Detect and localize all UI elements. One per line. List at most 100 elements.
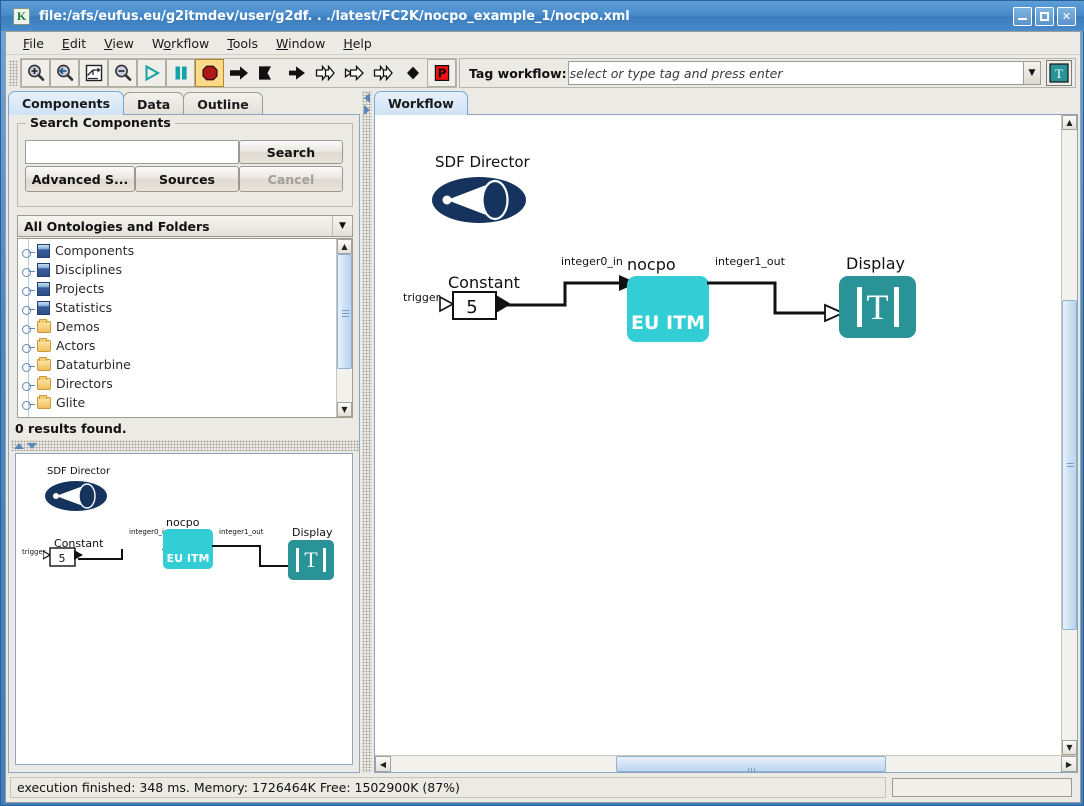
expand-handle-icon[interactable] [22,377,35,391]
tree-item-disciplines[interactable]: Disciplines [18,260,336,279]
menu-window[interactable]: Window [267,34,334,53]
skip-icon[interactable] [340,59,369,87]
scroll-thumb[interactable] [337,254,352,369]
collapse-up-icon[interactable] [14,442,24,449]
tag-workflow-input[interactable]: select or type tag and press enter [569,66,1023,81]
tree-item-components[interactable]: Components [18,241,336,260]
canvas-horizontal-scrollbar[interactable]: ◀ ▶ [375,755,1077,776]
expand-handle-icon[interactable] [22,339,35,353]
zoom-in-icon[interactable] [21,59,50,87]
main-split-pane: Components Data Outline Search Component… [6,91,1080,776]
constant-node[interactable]: 5 [439,290,511,324]
workflow-thumbnail[interactable]: SDF Director trigger Constant 5 integer0… [15,453,353,765]
close-button[interactable]: ✕ [1057,6,1076,26]
scroll-up-icon[interactable]: ▲ [337,239,352,254]
component-tree-list[interactable]: Components Disciplines Projects Statisti… [18,239,336,417]
tab-data[interactable]: Data [123,92,185,115]
bar-left [856,287,862,327]
scroll-track[interactable] [1062,130,1077,740]
menu-workflow[interactable]: Workflow [143,34,218,53]
workflow-canvas[interactable]: SDF Director trigger Constant 5 integer0… [375,115,1061,755]
scroll-down-icon[interactable]: ▼ [337,402,352,417]
tree-item-actors[interactable]: Actors [18,336,336,355]
trigger-port-label: trigger [403,291,441,304]
search-button[interactable]: Search [239,140,343,164]
tag-workflow-combo[interactable]: select or type tag and press enter ▼ [567,61,1041,85]
director-icon[interactable] [431,172,527,228]
collapse-right-icon[interactable] [364,105,370,115]
collapse-down-icon[interactable] [27,442,37,449]
expand-handle-icon[interactable] [22,244,35,258]
tree-vertical-scrollbar[interactable]: ▲ ▼ [336,239,352,417]
thumb-link-label-2: integer1_out [219,528,264,536]
zoom-fit-icon[interactable] [79,59,108,87]
pause-p-icon[interactable]: P [427,59,456,87]
scroll-thumb[interactable] [1062,300,1077,630]
folder-icon [37,356,51,371]
vertical-splitter[interactable] [362,91,372,773]
search-input[interactable] [25,140,239,164]
tab-outline[interactable]: Outline [183,92,263,115]
tag-text-button[interactable]: T [1046,60,1072,86]
expand-handle-icon[interactable] [22,396,35,410]
scroll-thumb-horizontal[interactable] [616,756,886,776]
fast-forward-icon[interactable] [311,59,340,87]
expand-handle-icon[interactable] [22,282,35,296]
bar-right [322,548,326,572]
forward-outline-icon[interactable] [369,59,398,87]
stop-icon[interactable] [195,59,224,87]
display-node[interactable]: T [839,276,916,338]
tree-item-directors[interactable]: Directors [18,374,336,393]
expand-handle-icon[interactable] [22,320,35,334]
display-label: Display [846,254,905,273]
run-to-icon[interactable] [253,59,282,87]
svg-text:5: 5 [466,297,477,318]
link-nocpo-display[interactable] [707,265,845,335]
tree-item-statistics[interactable]: Statistics [18,298,336,317]
scroll-track[interactable] [337,254,352,402]
tab-components[interactable]: Components [8,91,125,115]
expand-handle-icon[interactable] [22,263,35,277]
tree-item-projects[interactable]: Projects [18,279,336,298]
tree-item-label: Dataturbine [56,357,131,372]
scroll-right-icon[interactable]: ▶ [1061,756,1077,772]
expand-handle-icon[interactable] [22,358,35,372]
menu-help[interactable]: Help [334,34,381,53]
scroll-up-icon[interactable]: ▲ [1062,115,1077,130]
advanced-search-button[interactable]: Advanced S... [25,166,135,192]
menu-edit[interactable]: Edit [53,34,95,53]
results-status: 0 results found. [15,421,127,436]
scroll-down-icon[interactable]: ▼ [1062,740,1077,755]
scroll-track-horizontal[interactable] [391,756,1061,776]
tab-workflow[interactable]: Workflow [374,91,468,115]
collapse-left-icon[interactable] [364,93,370,103]
sources-button[interactable]: Sources [135,166,239,192]
scroll-left-icon[interactable]: ◀ [375,756,391,772]
toolbar-grip[interactable] [9,60,18,86]
ontology-selector[interactable]: All Ontologies and Folders ▼ [17,215,353,237]
expand-handle-icon[interactable] [22,301,35,315]
menu-view[interactable]: View [95,34,143,53]
maximize-button[interactable] [1035,6,1054,26]
pause-icon[interactable] [166,59,195,87]
step-icon[interactable] [224,59,253,87]
nocpo-node[interactable]: EU ITM [627,276,709,342]
diamond-icon[interactable] [398,59,427,87]
zoom-out-icon[interactable] [108,59,137,87]
run-icon[interactable] [137,59,166,87]
zoom-reset-icon[interactable] [50,59,79,87]
minimize-button[interactable] [1013,6,1032,26]
display-letter: T [304,547,318,572]
tree-item-glite[interactable]: Glite [18,393,336,412]
chevron-down-icon[interactable]: ▼ [1023,62,1040,84]
left-panel-splitter[interactable] [11,440,359,451]
step-into-icon[interactable] [282,59,311,87]
link-constant-nocpo[interactable] [507,265,637,325]
chevron-down-icon[interactable]: ▼ [332,216,352,236]
menu-tools[interactable]: Tools [218,34,267,53]
canvas-vertical-scrollbar[interactable]: ▲ ▼ [1061,115,1077,755]
tree-item-demos[interactable]: Demos [18,317,336,336]
tree-item-dataturbine[interactable]: Dataturbine [18,355,336,374]
title-bar: K file:/afs/eufus.eu/g2itmdev/user/g2df.… [1,1,1084,31]
menu-file[interactable]: File [14,34,53,53]
